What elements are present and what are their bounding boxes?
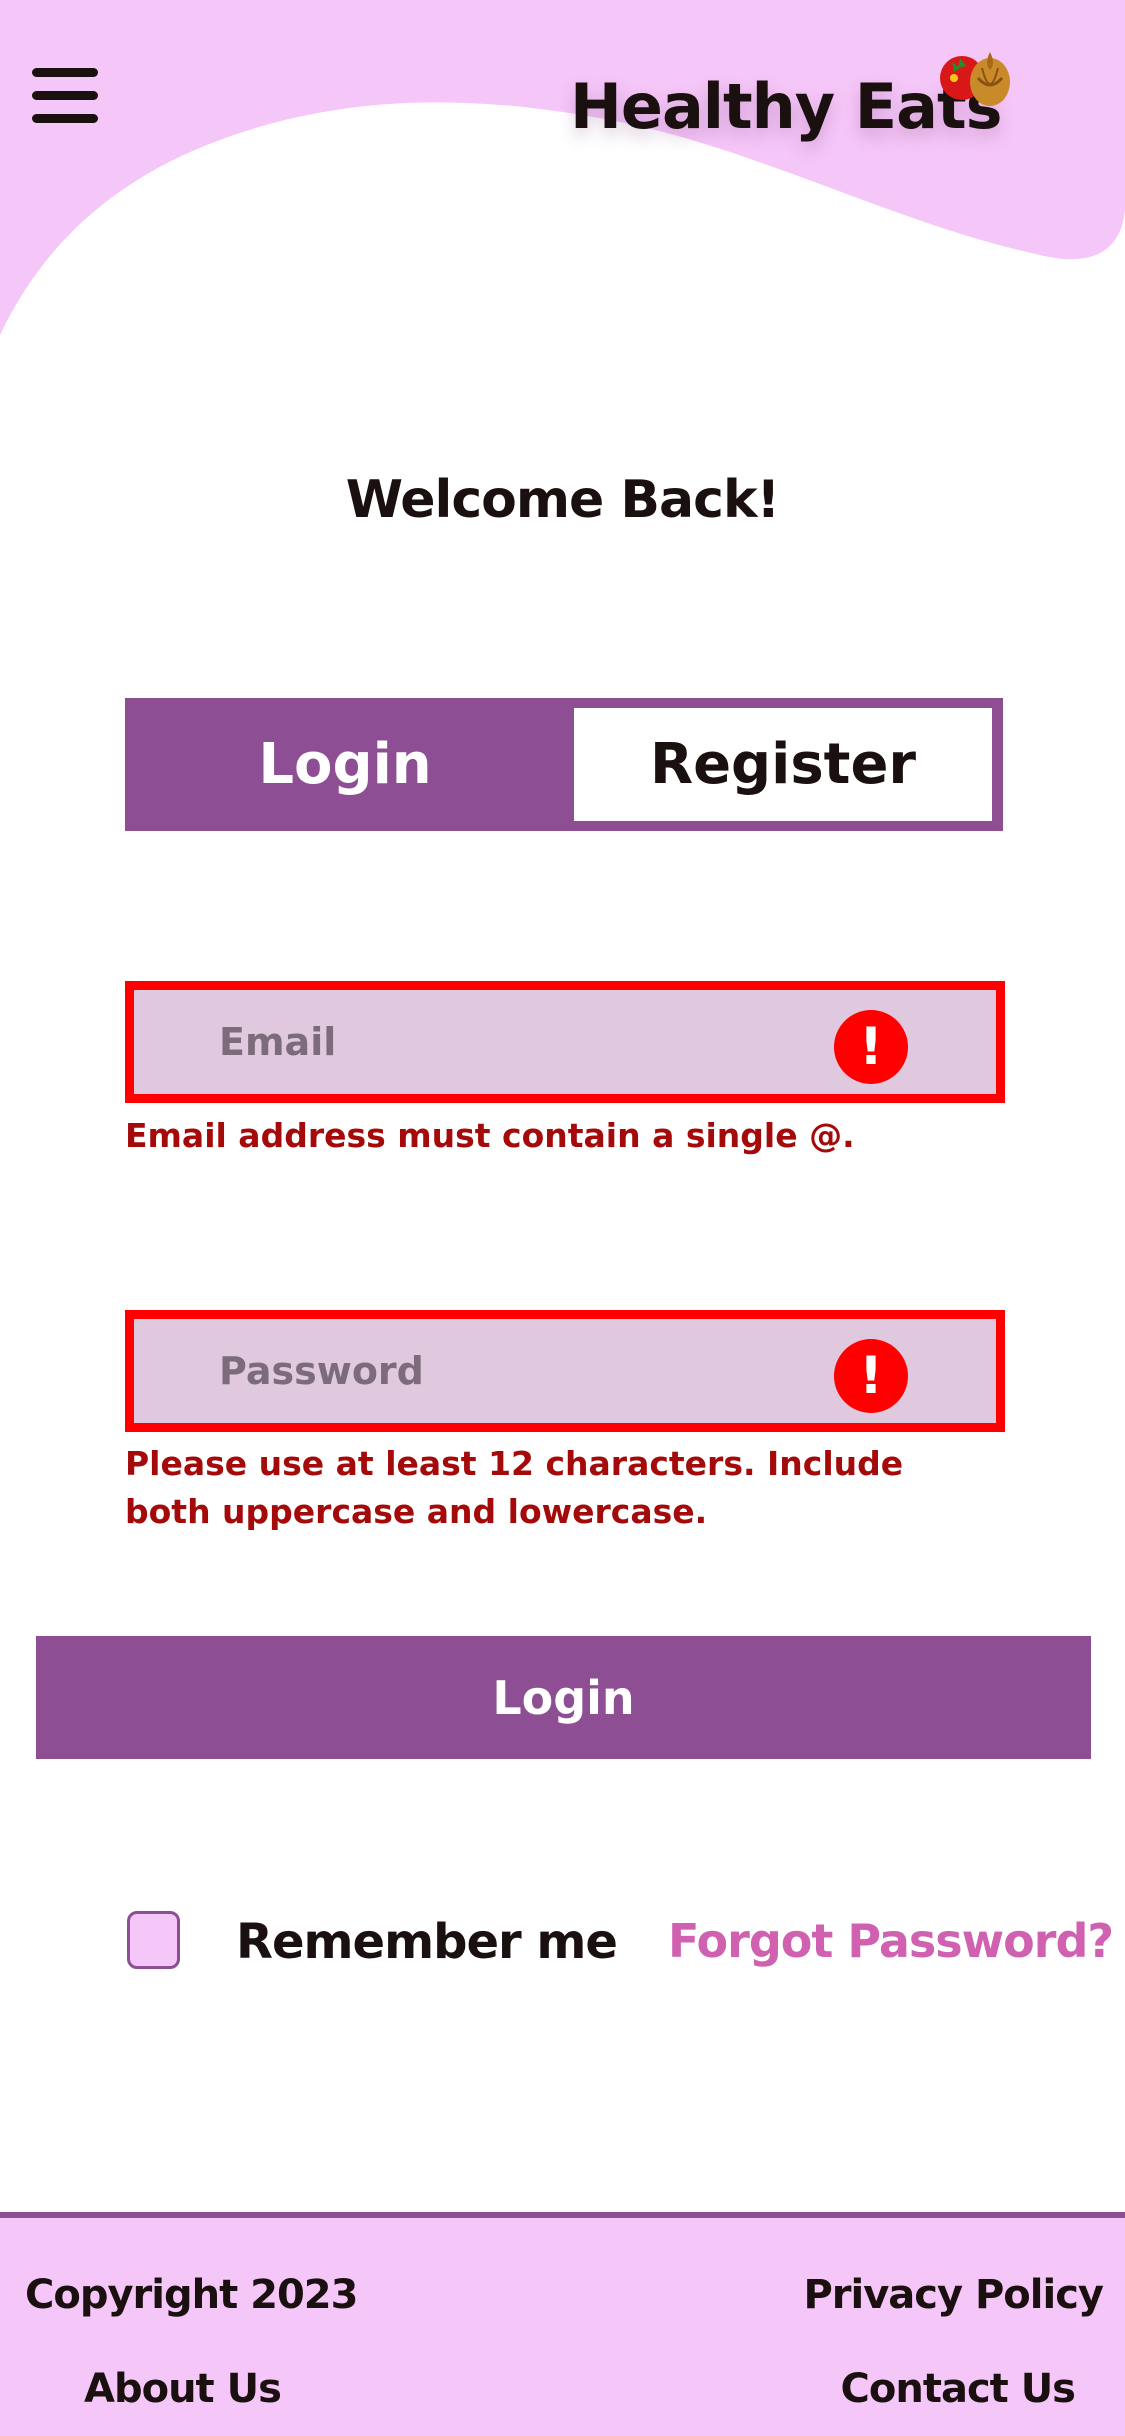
vegetables-icon [940, 52, 1010, 106]
exclamation-icon: ! [834, 1339, 908, 1413]
privacy-policy-link[interactable]: Privacy Policy [803, 2272, 1104, 2318]
login-button[interactable]: Login [36, 1636, 1091, 1759]
contact-us-link[interactable]: Contact Us [841, 2366, 1076, 2412]
about-us-link[interactable]: About Us [84, 2366, 282, 2412]
page-title: Welcome Back! [345, 470, 781, 530]
hamburger-menu-icon[interactable] [30, 62, 100, 128]
menu-bar [32, 114, 98, 123]
tab-login[interactable]: Login [125, 698, 565, 831]
password-error-message: Please use at least 12 characters. Inclu… [125, 1444, 904, 1531]
copyright-text: Copyright 2023 [25, 2272, 358, 2318]
footer: Copyright 2023 Privacy Policy About Us C… [0, 2212, 1125, 2436]
remember-me-label: Remember me [236, 1914, 618, 1970]
email-field-wrapper: ! [125, 981, 1005, 1103]
exclamation-icon: ! [834, 1010, 908, 1084]
auth-tabs: Login Register [125, 698, 1003, 831]
password-field-wrapper: ! [125, 1310, 1005, 1432]
tab-register[interactable]: Register [574, 708, 992, 821]
menu-bar [32, 91, 98, 100]
menu-bar [32, 68, 98, 77]
forgot-password-link[interactable]: Forgot Password? [668, 1914, 1114, 1968]
app-logo[interactable]: Healthy Eats [570, 52, 1010, 160]
remember-me-checkbox[interactable] [127, 1911, 180, 1969]
email-error-message: Email address must contain a single @. [125, 1116, 855, 1155]
